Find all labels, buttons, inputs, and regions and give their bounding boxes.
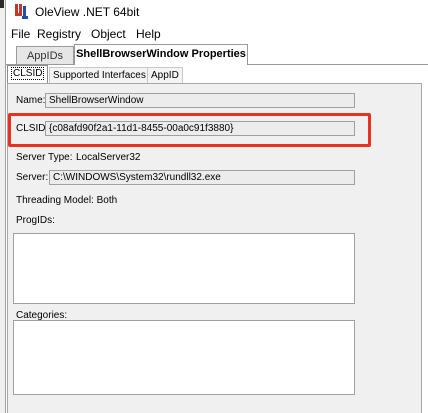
menu-registry[interactable]: Registry bbox=[37, 27, 81, 41]
left-edge-mark bbox=[0, 0, 4, 8]
document-tabs: AppIDs ShellBrowserWindow Properties bbox=[6, 44, 428, 65]
tab-appid[interactable]: AppID bbox=[147, 67, 183, 83]
server-field[interactable]: C:\WINDOWS\System32\rundll32.exe bbox=[49, 170, 355, 185]
server-type-label: Server Type: bbox=[16, 152, 73, 163]
properties-panel: CLSID Supported Interfaces AppID Name: S… bbox=[6, 65, 428, 413]
clsid-field[interactable]: {c08afd90f2a1-11d1-8455-00a0c91f3880} bbox=[45, 121, 355, 136]
categories-list[interactable] bbox=[13, 320, 355, 395]
server-label: Server: bbox=[16, 172, 49, 183]
title-bar: OleView .NET 64bit bbox=[6, 0, 428, 24]
tab-appids[interactable]: AppIDs bbox=[16, 46, 74, 64]
name-label: Name: bbox=[16, 95, 46, 106]
tab-supported-interfaces[interactable]: Supported Interfaces bbox=[49, 67, 150, 83]
menu-help[interactable]: Help bbox=[136, 27, 161, 41]
progids-list[interactable] bbox=[13, 233, 355, 304]
menu-bar: File Registry Object Help bbox=[6, 24, 428, 43]
threading-model-text: Threading Model: Both bbox=[16, 195, 118, 206]
menu-file[interactable]: File bbox=[11, 27, 30, 41]
oleview-app-icon bbox=[15, 4, 28, 19]
inner-tab-strip: CLSID Supported Interfaces AppID bbox=[7, 65, 422, 83]
tab-shellbrowserwindow-properties[interactable]: ShellBrowserWindow Properties bbox=[74, 44, 248, 65]
name-field[interactable]: ShellBrowserWindow bbox=[45, 93, 355, 108]
oleview-window: OleView .NET 64bit File Registry Object … bbox=[0, 0, 428, 413]
clsid-tab-content: Name: ShellBrowserWindow CLSID: {c08afd9… bbox=[7, 83, 422, 413]
tab-clsid-label: CLSID bbox=[11, 67, 45, 80]
server-type-value: LocalServer32 bbox=[76, 152, 141, 163]
window-title: OleView .NET 64bit bbox=[35, 5, 140, 19]
menu-object[interactable]: Object bbox=[91, 27, 126, 41]
progids-label: ProgIDs: bbox=[16, 215, 55, 226]
clsid-label: CLSID: bbox=[16, 123, 49, 134]
tab-clsid[interactable]: CLSID bbox=[7, 65, 49, 83]
